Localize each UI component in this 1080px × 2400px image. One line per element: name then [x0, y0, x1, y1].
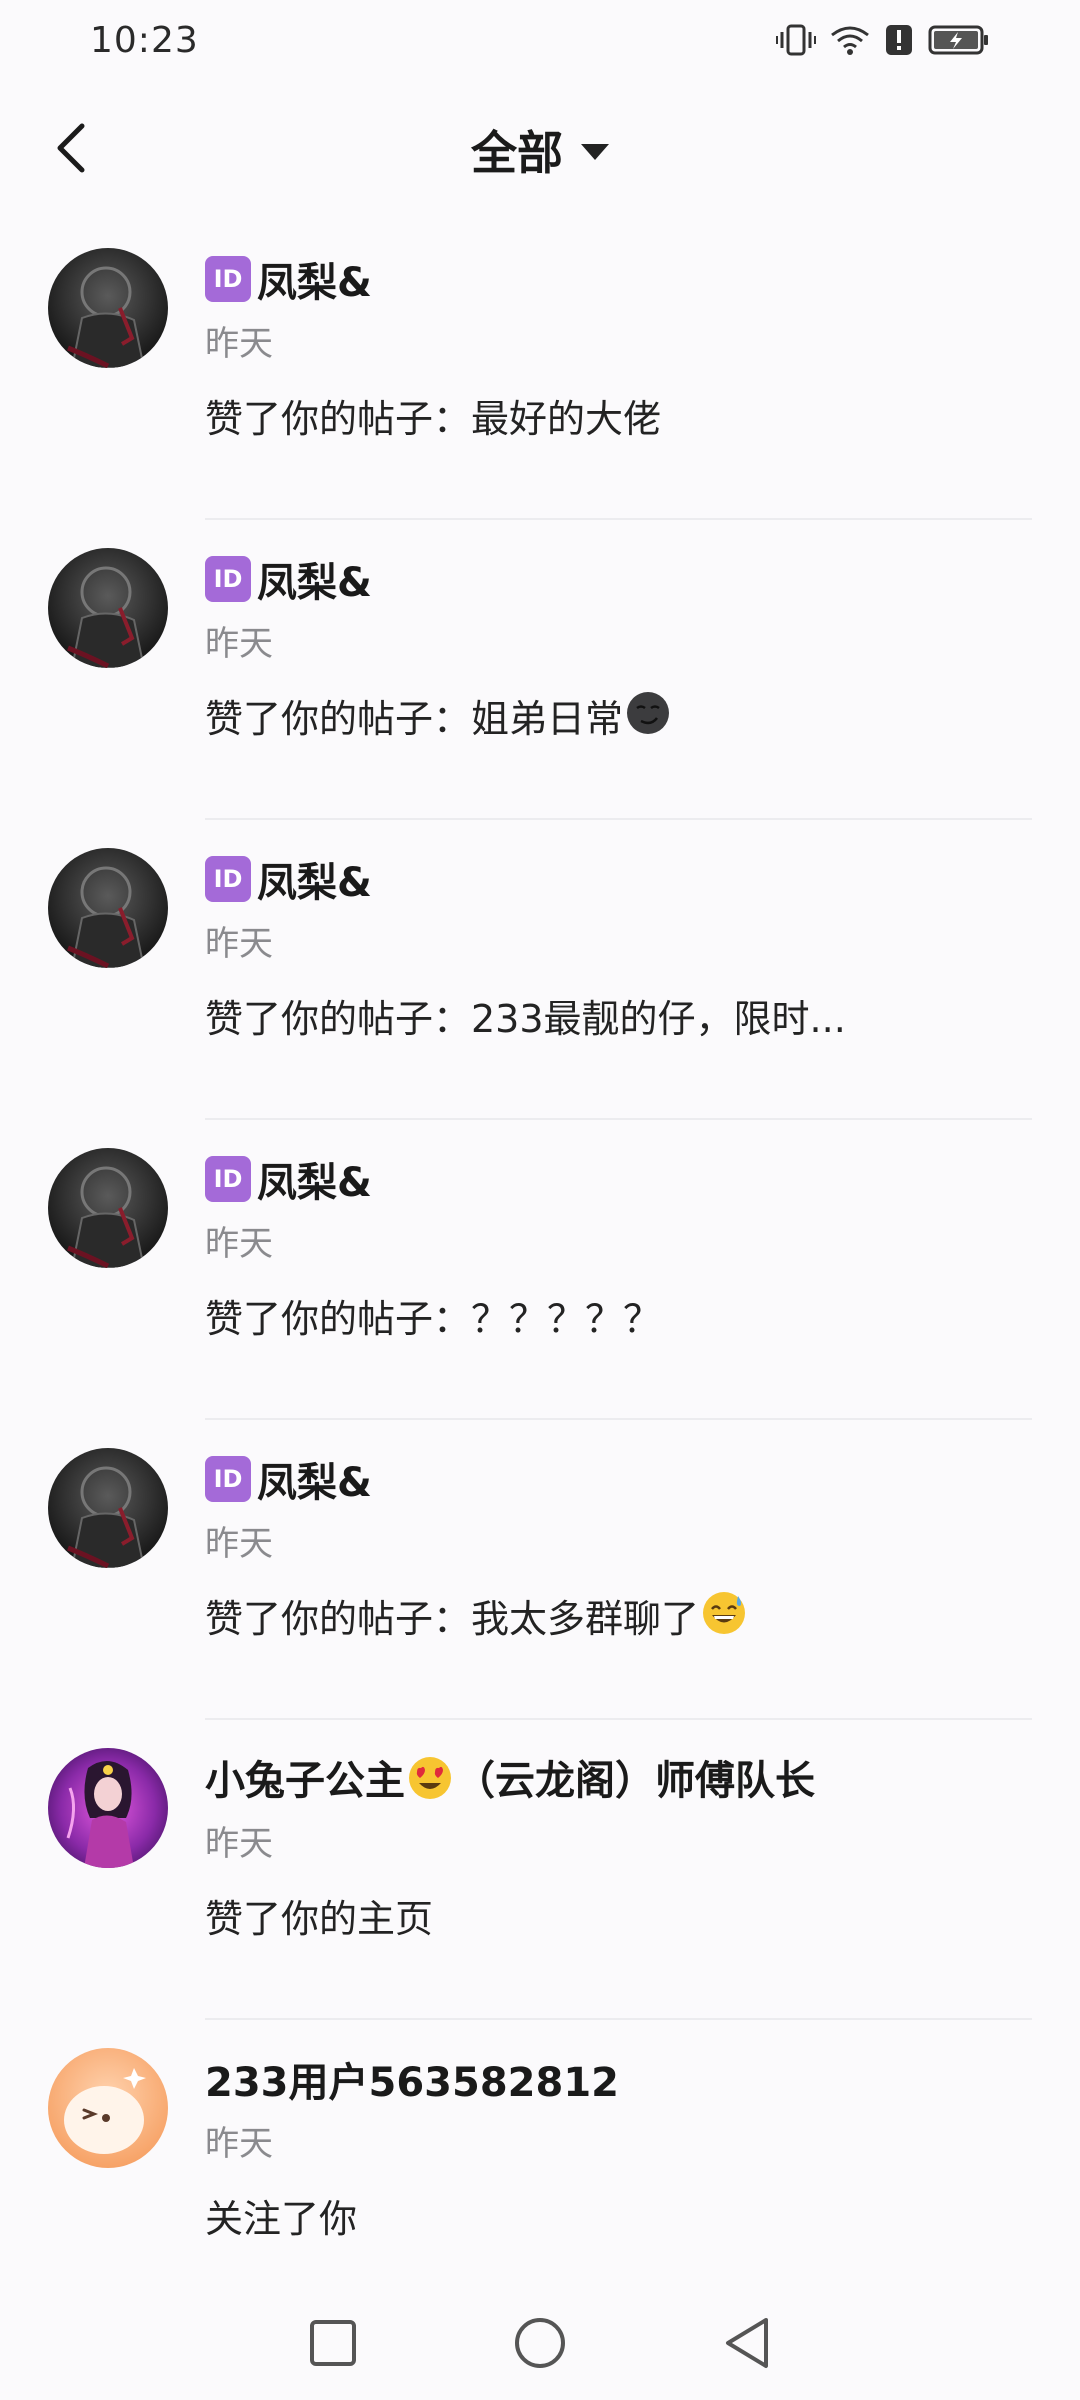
- id-badge-icon: ID: [205, 856, 251, 902]
- avatar[interactable]: [48, 848, 168, 968]
- battery-charging-icon: [928, 23, 990, 57]
- recents-button[interactable]: [298, 2310, 368, 2380]
- caret-down-icon: [581, 144, 609, 160]
- user-name[interactable]: 凤梨&: [257, 850, 372, 908]
- id-badge-icon: ID: [205, 1456, 251, 1502]
- action-text[interactable]: 赞了你的帖子：233最靓的仔，限时...: [205, 994, 1032, 1044]
- action-text[interactable]: 赞了你的帖子：？？？？？: [205, 1294, 1032, 1344]
- back-nav-button[interactable]: [712, 2310, 782, 2380]
- notification-item[interactable]: ID 凤梨& 昨天 赞了你的帖子：我太多群聊了: [0, 1420, 1080, 1720]
- action-text[interactable]: 赞了你的帖子：姐弟日常: [205, 692, 1032, 744]
- recents-square-icon: [308, 2318, 358, 2372]
- system-nav-bar: [0, 2290, 1080, 2400]
- timestamp: 昨天: [205, 1524, 273, 1564]
- user-name[interactable]: 凤梨&: [257, 550, 372, 608]
- timestamp: 昨天: [205, 624, 273, 664]
- id-badge-icon: ID: [205, 556, 251, 602]
- user-name[interactable]: 凤梨&: [257, 250, 372, 308]
- home-circle-icon: [513, 2316, 567, 2374]
- action-text[interactable]: 赞了你的帖子：我太多群聊了: [205, 1592, 1032, 1644]
- timestamp: 昨天: [205, 924, 273, 964]
- sweat-smile-emoji-icon: [701, 1590, 747, 1648]
- id-badge-icon: ID: [205, 256, 251, 302]
- action-text[interactable]: 关注了你: [205, 2194, 1032, 2244]
- avatar[interactable]: [48, 1148, 168, 1268]
- id-badge-icon: ID: [205, 1156, 251, 1202]
- status-icons: [776, 23, 990, 57]
- notification-item[interactable]: 233用户563582812 昨天 关注了你: [0, 2020, 1080, 2320]
- notification-item[interactable]: ID 凤梨& 昨天 赞了你的帖子：？？？？？: [0, 1120, 1080, 1420]
- notification-item[interactable]: 小兔子公主 （云龙阁）师傅队长 昨天 赞了你的主页: [0, 1720, 1080, 2020]
- user-name[interactable]: 凤梨&: [257, 1450, 372, 1508]
- notification-item[interactable]: ID 凤梨& 昨天 赞了你的帖子：最好的大佬: [0, 220, 1080, 520]
- status-time: 10:23: [90, 19, 199, 61]
- heart-eyes-emoji-icon: [407, 1755, 453, 1811]
- avatar[interactable]: [48, 548, 168, 668]
- wifi-icon: [830, 23, 870, 57]
- user-name[interactable]: 凤梨&: [257, 1150, 372, 1208]
- timestamp: 昨天: [205, 324, 273, 364]
- filter-dropdown[interactable]: 全部: [0, 100, 1080, 200]
- vibrate-icon: [776, 23, 816, 57]
- avatar[interactable]: [48, 1748, 168, 1868]
- timestamp: 昨天: [205, 2124, 273, 2164]
- avatar[interactable]: [48, 1448, 168, 1568]
- status-bar: 10:23: [0, 0, 1080, 80]
- back-triangle-icon: [722, 2316, 772, 2374]
- notification-item[interactable]: ID 凤梨& 昨天 赞了你的帖子：233最靓的仔，限时...: [0, 820, 1080, 1120]
- timestamp: 昨天: [205, 1824, 273, 1864]
- home-button[interactable]: [505, 2310, 575, 2380]
- action-text[interactable]: 赞了你的帖子：最好的大佬: [205, 394, 1032, 444]
- avatar[interactable]: [48, 2048, 168, 2168]
- page-title: 全部: [471, 126, 563, 180]
- action-text[interactable]: 赞了你的主页: [205, 1894, 1032, 1944]
- avatar[interactable]: [48, 248, 168, 368]
- timestamp: 昨天: [205, 1224, 273, 1264]
- top-bar: 全部: [0, 100, 1080, 200]
- smirk-moon-emoji-icon: [625, 690, 671, 748]
- user-name[interactable]: 233用户563582812: [205, 2050, 619, 2108]
- alert-icon: [884, 23, 914, 57]
- notification-list: ID 凤梨& 昨天 赞了你的帖子：最好的大佬 ID 凤梨& 昨天 赞了你的帖子：…: [0, 220, 1080, 2320]
- user-name[interactable]: 小兔子公主 （云龙阁）师傅队长: [205, 1748, 815, 1811]
- notification-item[interactable]: ID 凤梨& 昨天 赞了你的帖子：姐弟日常: [0, 520, 1080, 820]
